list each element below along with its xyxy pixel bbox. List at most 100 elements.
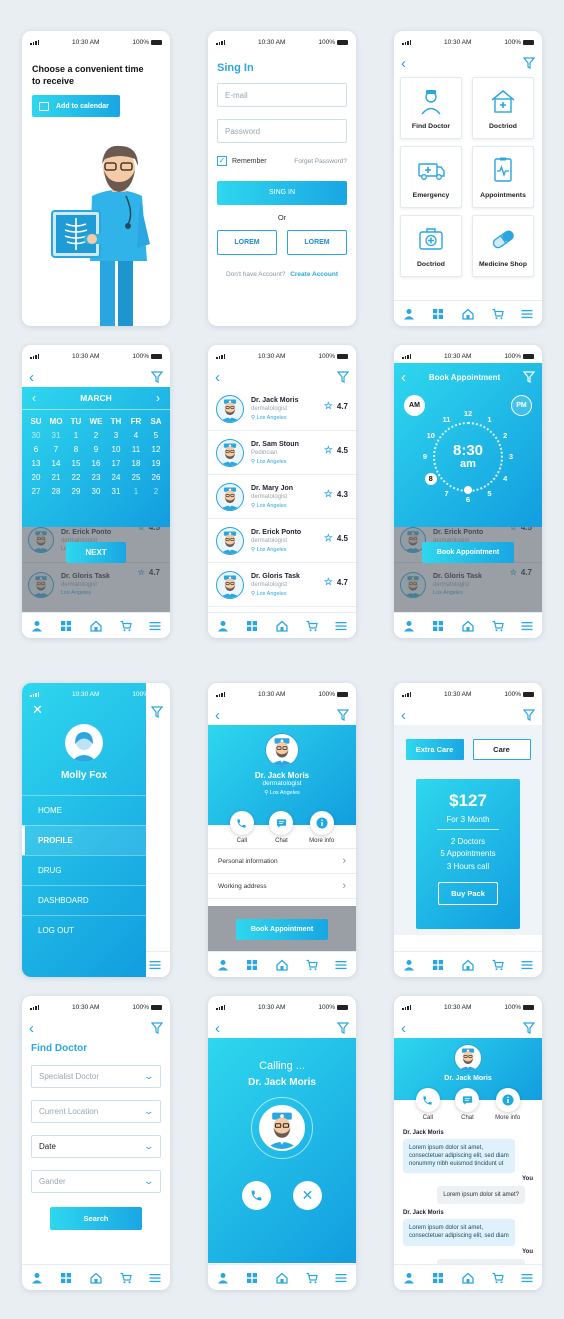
tab-home-icon[interactable] — [462, 959, 474, 971]
calendar-day[interactable]: 9 — [86, 445, 106, 454]
calendar-day[interactable]: 28 — [46, 487, 66, 496]
clock-hour[interactable]: 1 — [484, 414, 496, 426]
tab-menu-icon[interactable] — [149, 959, 161, 971]
select-date[interactable]: Date ⌄ — [31, 1135, 161, 1158]
menu-item-profile[interactable]: PROFILE — [22, 825, 146, 855]
clock-hour[interactable]: 6 — [462, 494, 474, 506]
more-info-action[interactable]: More info — [309, 811, 334, 844]
tab-user-icon[interactable] — [217, 620, 229, 632]
back-icon[interactable]: ‹ — [401, 56, 406, 71]
tab-home-icon[interactable] — [462, 308, 474, 320]
tab-home-icon[interactable] — [90, 620, 102, 632]
tab-grid-icon[interactable] — [60, 1272, 72, 1284]
calendar-day[interactable]: 1 — [66, 431, 86, 440]
tab-menu-icon[interactable] — [335, 959, 347, 971]
calendar-day[interactable]: 27 — [26, 487, 46, 496]
chat-button[interactable] — [269, 811, 294, 835]
accept-call-button[interactable] — [242, 1181, 271, 1210]
sign-in-button[interactable]: SING IN — [217, 181, 347, 205]
calendar-day[interactable]: 15 — [66, 459, 86, 468]
tab-menu-icon[interactable] — [521, 620, 533, 632]
tab-grid-icon[interactable] — [432, 308, 444, 320]
tab-home-icon[interactable] — [462, 1272, 474, 1284]
calendar-day[interactable]: 29 — [66, 487, 86, 496]
filter-icon[interactable] — [523, 371, 535, 383]
tab-cart-icon[interactable] — [492, 620, 504, 632]
calendar-day[interactable]: 22 — [66, 473, 86, 482]
tab-menu-icon[interactable] — [149, 620, 161, 632]
calendar-day[interactable]: 2 — [86, 431, 106, 440]
filter-icon[interactable] — [523, 1022, 535, 1034]
tab-home-icon[interactable] — [90, 1272, 102, 1284]
back-icon[interactable]: ‹ — [29, 1021, 34, 1036]
calendar-day[interactable]: 18 — [126, 459, 146, 468]
calendar-day[interactable]: 30 — [86, 487, 106, 496]
menu-item-home[interactable]: HOME — [22, 795, 146, 825]
calendar-day[interactable]: 31 — [106, 487, 126, 496]
tab-home-icon[interactable] — [276, 1272, 288, 1284]
more-info-action[interactable]: More info — [495, 1088, 520, 1121]
next-month-icon[interactable]: › — [156, 391, 160, 405]
calendar-day[interactable]: 11 — [126, 445, 146, 454]
category-tile-emergency[interactable]: Emergency — [400, 146, 462, 208]
doctor-list-item[interactable]: Dr. Jack Moris dermatologist ⚲ Los Angeles… — [208, 387, 356, 431]
tab-user-icon[interactable] — [31, 1272, 43, 1284]
more-info-button[interactable] — [495, 1088, 520, 1112]
clock-hour[interactable]: 10 — [425, 430, 437, 442]
tab-cart-icon[interactable] — [306, 959, 318, 971]
calendar-day[interactable]: 8 — [66, 445, 86, 454]
tab-user-icon[interactable] — [403, 620, 415, 632]
tab-grid-icon[interactable] — [246, 1272, 258, 1284]
lorem-left-button[interactable]: LOREM — [217, 230, 277, 255]
clock-hour[interactable]: 5 — [484, 488, 496, 500]
chat-action[interactable]: Chat — [455, 1088, 480, 1121]
tab-cart-icon[interactable] — [492, 959, 504, 971]
chat-button[interactable] — [455, 1088, 480, 1112]
personal-information-row[interactable]: Personal information › — [208, 849, 356, 874]
tab-grid-icon[interactable] — [60, 620, 72, 632]
category-tile-medicine-shop[interactable]: Medicine Shop — [472, 215, 534, 277]
chat-action[interactable]: Chat — [269, 811, 294, 844]
clock-hour[interactable]: 12 — [462, 408, 474, 420]
calendar-day[interactable]: 20 — [26, 473, 46, 482]
calendar-day[interactable]: 6 — [26, 445, 46, 454]
remember-checkbox[interactable]: ✓ — [217, 156, 227, 166]
password-field[interactable]: Password — [217, 119, 347, 143]
tab-menu-icon[interactable] — [149, 1272, 161, 1284]
calendar-day[interactable]: 26 — [146, 473, 166, 482]
tab-home-icon[interactable] — [462, 620, 474, 632]
doctor-list-item[interactable]: Dr. Erick Ponto dermatologist ⚲ Los Angele… — [208, 519, 356, 563]
select-current-location[interactable]: Current Location ⌄ — [31, 1100, 161, 1123]
category-tile-find-doctor[interactable]: Find Doctor — [400, 77, 462, 139]
calendar-day[interactable]: 24 — [106, 473, 126, 482]
book-appointment-button[interactable]: Book Appointment — [236, 919, 328, 940]
tab-user-icon[interactable] — [403, 1272, 415, 1284]
clock-hour[interactable]: 3 — [505, 451, 517, 463]
back-icon[interactable]: ‹ — [29, 370, 34, 385]
calendar-day[interactable]: 10 — [106, 445, 126, 454]
call-button[interactable] — [229, 811, 254, 835]
tab-user-icon[interactable] — [403, 959, 415, 971]
clock-hour[interactable]: 8 — [424, 472, 437, 485]
calendar-day[interactable]: 16 — [86, 459, 106, 468]
back-icon[interactable]: ‹ — [215, 708, 220, 723]
doctor-list-item[interactable]: Dr. Gloris Task dermatologist ⚲ Los Angele… — [208, 563, 356, 607]
filter-icon[interactable] — [151, 371, 163, 383]
call-action[interactable]: Call — [229, 811, 254, 844]
next-button[interactable]: NEXT — [66, 542, 126, 563]
close-icon[interactable]: ✕ — [32, 703, 146, 716]
filter-icon[interactable] — [337, 371, 349, 383]
select-specialist-doctor[interactable]: Specialist Doctor ⌄ — [31, 1065, 161, 1088]
tab-menu-icon[interactable] — [521, 308, 533, 320]
calendar-day[interactable]: 19 — [146, 459, 166, 468]
calendar-day[interactable]: 21 — [46, 473, 66, 482]
buy-pack-button[interactable]: Buy Pack — [438, 882, 498, 906]
tab-cart-icon[interactable] — [492, 308, 504, 320]
calendar-day[interactable]: 30 — [26, 431, 46, 440]
calendar-day[interactable]: 5 — [146, 431, 166, 440]
end-call-button[interactable]: ✕ — [293, 1181, 322, 1210]
category-tile-doctriod[interactable]: Doctriod — [400, 215, 462, 277]
back-icon[interactable]: ‹ — [401, 370, 406, 385]
forgot-password-link[interactable]: Forget Password? — [294, 158, 347, 165]
menu-item-drug[interactable]: DRUG — [22, 855, 146, 885]
